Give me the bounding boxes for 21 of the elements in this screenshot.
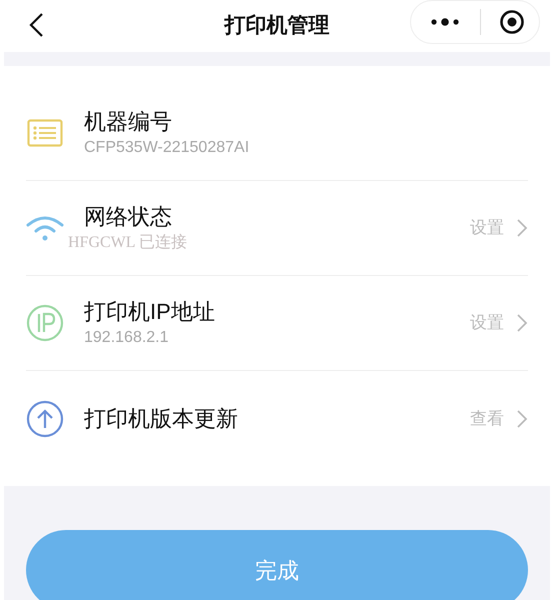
item-title: 打印机版本更新 — [84, 404, 239, 432]
ip-icon — [26, 304, 64, 342]
wifi-icon — [26, 214, 64, 242]
item-subtitle: 192.168.2.1 — [84, 328, 170, 348]
item-subtitle: CFP535W-22150287AI — [84, 138, 250, 158]
list-icon — [27, 119, 63, 147]
action-link[interactable]: 查看 — [470, 406, 504, 432]
action-link[interactable]: 设置 — [470, 215, 504, 241]
back-icon[interactable] — [28, 12, 44, 38]
item-title: 打印机IP地址 — [84, 298, 216, 326]
done-button[interactable]: 完成 — [26, 530, 528, 600]
chevron-icon — [516, 408, 528, 428]
chevron-icon — [516, 218, 528, 238]
item-title: 机器编号 — [84, 108, 173, 136]
more-icon[interactable] — [430, 17, 460, 27]
page-title: 打印机管理 — [224, 13, 330, 40]
upload-icon — [26, 400, 64, 438]
item-subtitle: HFGCWL 已连接 — [68, 232, 188, 253]
action-link[interactable]: 设置 — [470, 310, 504, 336]
item-title: 网络状态 — [84, 203, 173, 231]
chevron-icon — [516, 313, 528, 333]
